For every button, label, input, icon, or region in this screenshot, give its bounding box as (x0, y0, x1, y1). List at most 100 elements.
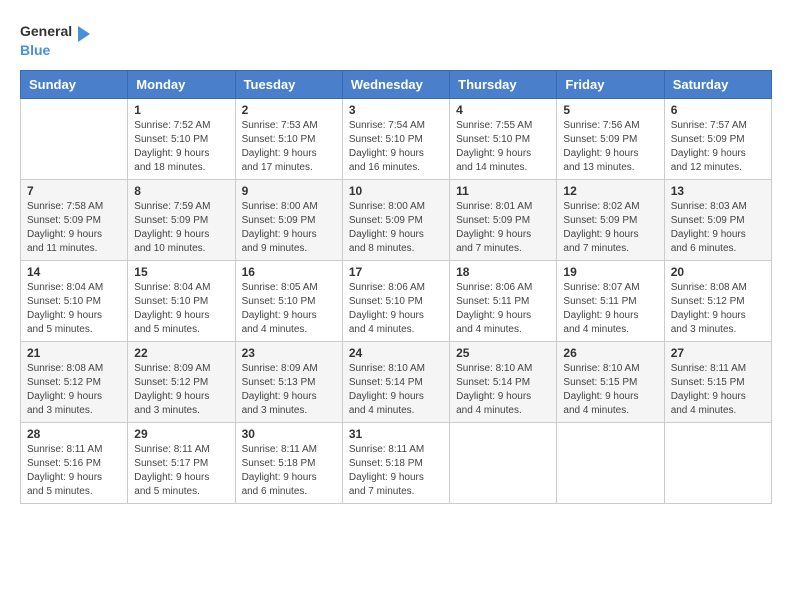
calendar-cell-w5-d3: 30Sunrise: 8:11 AMSunset: 5:18 PMDayligh… (235, 423, 342, 504)
day-info: Sunrise: 8:02 AMSunset: 5:09 PMDaylight:… (563, 200, 657, 256)
day-info: Sunrise: 8:06 AMSunset: 5:10 PMDaylight:… (349, 281, 443, 337)
day-number: 17 (349, 265, 443, 279)
day-info: Sunrise: 8:08 AMSunset: 5:12 PMDaylight:… (671, 281, 765, 337)
calendar-cell-w4-d5: 25 Sunrise: 8:10 AMSunset: 5:14 PMDayligh… (450, 342, 557, 423)
day-number: 13 (671, 184, 765, 198)
day-number: 24 (349, 346, 443, 360)
svg-text:Blue: Blue (20, 42, 51, 58)
day-number: 4 (456, 103, 550, 117)
day-info: Sunrise: 8:03 AMSunset: 5:09 PMDaylight:… (671, 200, 765, 256)
header-thursday: Thursday (450, 71, 557, 99)
calendar-week-4: 21 Sunrise: 8:08 AMSunset: 5:12 PMDayligh… (21, 342, 772, 423)
calendar-cell-w2-d7: 13 Sunrise: 8:03 AMSunset: 5:09 PMDayligh… (664, 180, 771, 261)
day-info: Sunrise: 7:59 AMSunset: 5:09 PMDaylight:… (134, 200, 228, 256)
header-monday: Monday (128, 71, 235, 99)
calendar-cell-w4-d6: 26 Sunrise: 8:10 AMSunset: 5:15 PMDayligh… (557, 342, 664, 423)
calendar-cell-w5-d4: 31 Sunrise: 8:11 AMSunset: 5:18 PMDayligh… (342, 423, 449, 504)
day-number: 26 (563, 346, 657, 360)
day-info: Sunrise: 7:52 AMSunset: 5:10 PMDaylight:… (134, 119, 228, 175)
calendar-header-row: SundayMondayTuesdayWednesdayThursdayFrid… (21, 71, 772, 99)
header-wednesday: Wednesday (342, 71, 449, 99)
day-info: Sunrise: 7:53 AMSunset: 5:10 PMDaylight:… (242, 119, 336, 175)
day-number: 19 (563, 265, 657, 279)
day-number: 31 (349, 427, 443, 441)
day-info: Sunrise: 7:54 AMSunset: 5:10 PMDaylight:… (349, 119, 443, 175)
calendar-cell-w2-d6: 12 Sunrise: 8:02 AMSunset: 5:09 PMDayligh… (557, 180, 664, 261)
page-header: General Blue (20, 20, 772, 60)
calendar-cell-w3-d4: 17 Sunrise: 8:06 AMSunset: 5:10 PMDayligh… (342, 261, 449, 342)
day-info: Sunrise: 8:04 AMSunset: 5:10 PMDaylight:… (134, 281, 228, 337)
calendar-cell-w2-d3: 9 Sunrise: 8:00 AMSunset: 5:09 PMDaylight… (235, 180, 342, 261)
day-number: 6 (671, 103, 765, 117)
header-saturday: Saturday (664, 71, 771, 99)
calendar-cell-w4-d2: 22 Sunrise: 8:09 AMSunset: 5:12 PMDayligh… (128, 342, 235, 423)
day-info: Sunrise: 8:11 AMSunset: 5:18 PMDaylight:… (349, 443, 443, 499)
day-info: Sunrise: 7:58 AMSunset: 5:09 PMDaylight:… (27, 200, 121, 256)
day-number: 14 (27, 265, 121, 279)
day-info: Sunrise: 8:00 AMSunset: 5:09 PMDaylight:… (242, 200, 336, 256)
calendar-cell-w5-d2: 29 Sunrise: 8:11 AMSunset: 5:17 PMDayligh… (128, 423, 235, 504)
day-number: 10 (349, 184, 443, 198)
day-info: Sunrise: 8:11 AMSunset: 5:16 PMDaylight:… (27, 443, 121, 499)
calendar-week-2: 7 Sunrise: 7:58 AMSunset: 5:09 PMDaylight… (21, 180, 772, 261)
day-number: 20 (671, 265, 765, 279)
day-info: Sunrise: 8:00 AMSunset: 5:09 PMDaylight:… (349, 200, 443, 256)
calendar-cell-w1-d6: 5 Sunrise: 7:56 AMSunset: 5:09 PMDaylight… (557, 99, 664, 180)
day-number: 11 (456, 184, 550, 198)
day-info: Sunrise: 8:10 AMSunset: 5:14 PMDaylight:… (456, 362, 550, 418)
logo: General Blue (20, 20, 100, 60)
day-info: Sunrise: 8:09 AMSunset: 5:13 PMDaylight:… (242, 362, 336, 418)
day-info: Sunrise: 7:56 AMSunset: 5:09 PMDaylight:… (563, 119, 657, 175)
day-number: 27 (671, 346, 765, 360)
calendar-cell-w2-d2: 8 Sunrise: 7:59 AMSunset: 5:09 PMDaylight… (128, 180, 235, 261)
header-friday: Friday (557, 71, 664, 99)
day-number: 9 (242, 184, 336, 198)
day-info: Sunrise: 8:11 AMSunset: 5:15 PMDaylight:… (671, 362, 765, 418)
calendar-cell-w1-d4: 3 Sunrise: 7:54 AMSunset: 5:10 PMDaylight… (342, 99, 449, 180)
day-info: Sunrise: 7:55 AMSunset: 5:10 PMDaylight:… (456, 119, 550, 175)
day-number: 25 (456, 346, 550, 360)
calendar-cell-w4-d1: 21 Sunrise: 8:08 AMSunset: 5:12 PMDayligh… (21, 342, 128, 423)
day-number: 29 (134, 427, 228, 441)
calendar-week-1: 1Sunrise: 7:52 AMSunset: 5:10 PMDaylight… (21, 99, 772, 180)
day-number: 15 (134, 265, 228, 279)
calendar-table: SundayMondayTuesdayWednesdayThursdayFrid… (20, 70, 772, 504)
day-number: 5 (563, 103, 657, 117)
day-info: Sunrise: 8:01 AMSunset: 5:09 PMDaylight:… (456, 200, 550, 256)
day-number: 22 (134, 346, 228, 360)
calendar-cell-w3-d2: 15 Sunrise: 8:04 AMSunset: 5:10 PMDayligh… (128, 261, 235, 342)
calendar-cell-w2-d5: 11 Sunrise: 8:01 AMSunset: 5:09 PMDayligh… (450, 180, 557, 261)
day-number: 28 (27, 427, 121, 441)
day-info: Sunrise: 8:11 AMSunset: 5:17 PMDaylight:… (134, 443, 228, 499)
calendar-cell-w5-d7 (664, 423, 771, 504)
day-number: 21 (27, 346, 121, 360)
calendar-cell-w5-d5 (450, 423, 557, 504)
calendar-week-3: 14 Sunrise: 8:04 AMSunset: 5:10 PMDayligh… (21, 261, 772, 342)
calendar-cell-w4-d3: 23 Sunrise: 8:09 AMSunset: 5:13 PMDayligh… (235, 342, 342, 423)
day-info: Sunrise: 8:07 AMSunset: 5:11 PMDaylight:… (563, 281, 657, 337)
calendar-cell-w1-d5: 4 Sunrise: 7:55 AMSunset: 5:10 PMDaylight… (450, 99, 557, 180)
day-info: Sunrise: 8:04 AMSunset: 5:10 PMDaylight:… (27, 281, 121, 337)
day-number: 7 (27, 184, 121, 198)
calendar-cell-w2-d4: 10 Sunrise: 8:00 AMSunset: 5:09 PMDayligh… (342, 180, 449, 261)
calendar-cell-w3-d5: 18Sunrise: 8:06 AMSunset: 5:11 PMDayligh… (450, 261, 557, 342)
day-number: 3 (349, 103, 443, 117)
calendar-cell-w5-d6 (557, 423, 664, 504)
day-info: Sunrise: 8:08 AMSunset: 5:12 PMDaylight:… (27, 362, 121, 418)
day-number: 8 (134, 184, 228, 198)
day-info: Sunrise: 8:10 AMSunset: 5:15 PMDaylight:… (563, 362, 657, 418)
header-sunday: Sunday (21, 71, 128, 99)
calendar-cell-w1-d1 (21, 99, 128, 180)
day-number: 12 (563, 184, 657, 198)
calendar-cell-w1-d3: 2Sunrise: 7:53 AMSunset: 5:10 PMDaylight… (235, 99, 342, 180)
calendar-cell-w3-d7: 20 Sunrise: 8:08 AMSunset: 5:12 PMDayligh… (664, 261, 771, 342)
day-info: Sunrise: 8:06 AMSunset: 5:11 PMDaylight:… (456, 281, 550, 337)
calendar-week-5: 28 Sunrise: 8:11 AMSunset: 5:16 PMDayligh… (21, 423, 772, 504)
calendar-cell-w3-d3: 16Sunrise: 8:05 AMSunset: 5:10 PMDayligh… (235, 261, 342, 342)
header-tuesday: Tuesday (235, 71, 342, 99)
day-info: Sunrise: 7:57 AMSunset: 5:09 PMDaylight:… (671, 119, 765, 175)
calendar-cell-w2-d1: 7 Sunrise: 7:58 AMSunset: 5:09 PMDaylight… (21, 180, 128, 261)
day-number: 23 (242, 346, 336, 360)
svg-text:General: General (20, 23, 72, 39)
day-info: Sunrise: 8:09 AMSunset: 5:12 PMDaylight:… (134, 362, 228, 418)
